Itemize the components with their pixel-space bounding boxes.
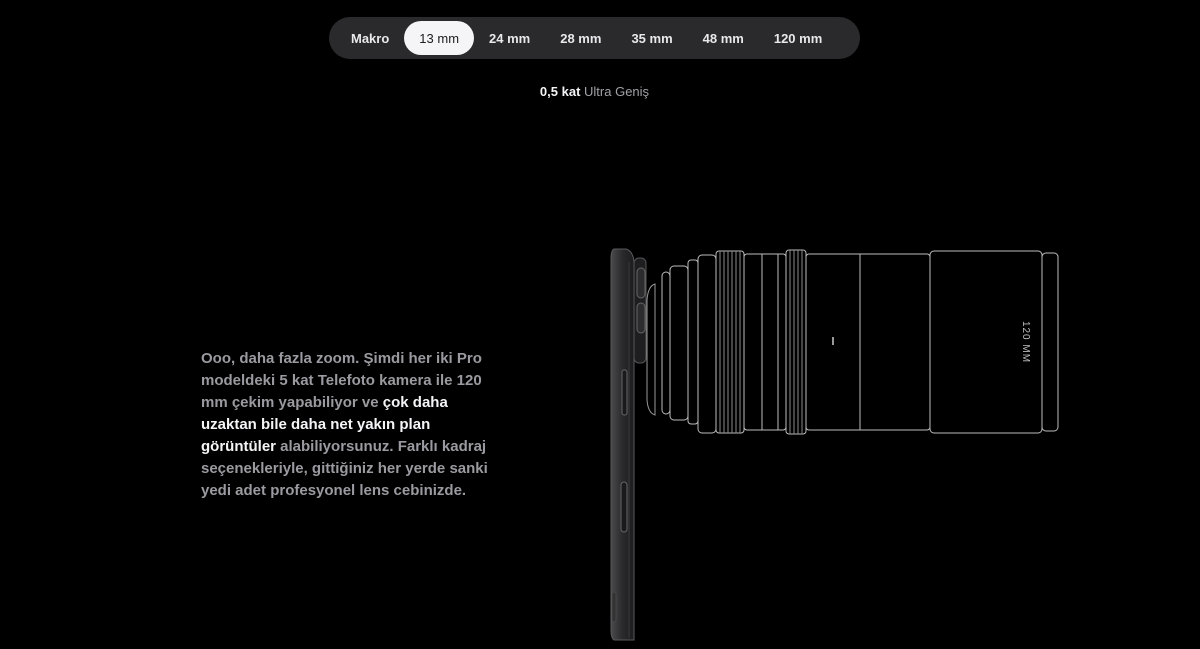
tab-24mm[interactable]: 24 mm: [474, 21, 545, 55]
lens-name: Ultra Geniş: [584, 84, 650, 99]
zoom-factor: 0,5 kat: [539, 84, 581, 99]
tab-35mm[interactable]: 35 mm: [616, 21, 687, 55]
tab-makro[interactable]: Makro: [336, 21, 404, 55]
lens-outline: [646, 249, 1059, 435]
phone-side: [610, 248, 647, 641]
zoom-caption: 0,5 kat Ultra Geniş: [0, 84, 1189, 99]
tab-28mm[interactable]: 28 mm: [545, 21, 616, 55]
description-text: Ooo, daha fazla zoom. Şimdi her iki Pro …: [201, 348, 491, 502]
tab-120mm[interactable]: 120 mm: [759, 21, 837, 55]
tab-48mm[interactable]: 48 mm: [688, 21, 759, 55]
lens-label: 120 MM: [1020, 321, 1031, 363]
zoom-tab-bar: Makro 13 mm 24 mm 28 mm 35 mm 48 mm 120 …: [329, 17, 860, 59]
page: Makro 13 mm 24 mm 28 mm 35 mm 48 mm 120 …: [0, 0, 1200, 649]
tab-13mm[interactable]: 13 mm: [404, 21, 475, 55]
phone-lens-illustration: 120 MM: [610, 248, 1059, 641]
